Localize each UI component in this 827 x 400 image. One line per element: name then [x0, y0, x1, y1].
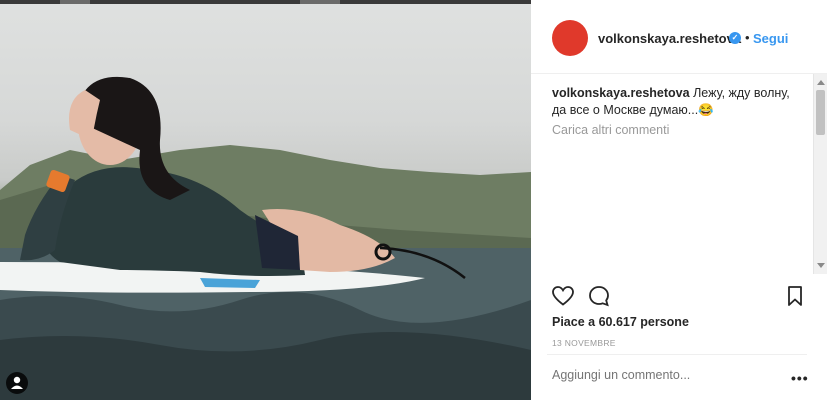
photo-scene — [0, 76, 531, 400]
user-tag-icon[interactable] — [6, 372, 28, 394]
post-date: 13 NOVEMBRE — [552, 338, 616, 348]
bookmark-icon[interactable] — [783, 284, 807, 308]
scroll-down-arrow-icon[interactable] — [817, 263, 825, 268]
likes-count[interactable]: Piace a 60.617 persone — [552, 315, 689, 329]
separator-dot: • — [745, 30, 750, 45]
scroll-up-arrow-icon[interactable] — [817, 80, 825, 85]
add-comment-section: ••• — [547, 354, 809, 400]
load-more-comments-link[interactable]: Carica altri commenti — [552, 123, 669, 137]
scrollbar-thumb[interactable] — [816, 90, 825, 135]
comments-section: volkonskaya.reshetova Лежу, жду волну, д… — [531, 75, 811, 275]
comment-input[interactable] — [552, 368, 772, 382]
comment-icon[interactable] — [587, 284, 611, 308]
follow-button[interactable]: Segui — [753, 31, 788, 46]
heart-icon[interactable] — [551, 284, 575, 308]
caption-username[interactable]: volkonskaya.reshetova — [552, 86, 690, 100]
username-link[interactable]: volkonskaya.reshetova — [598, 31, 741, 46]
comments-scrollbar[interactable] — [813, 74, 827, 274]
post-sidebar: volkonskaya.reshetova ✓ • Segui volkonsk… — [531, 0, 827, 400]
more-options-button[interactable]: ••• — [791, 370, 809, 386]
verified-badge-icon: ✓ — [729, 32, 741, 44]
action-bar — [531, 282, 827, 312]
avatar[interactable] — [552, 20, 588, 56]
post-photo[interactable] — [0, 0, 531, 400]
post-caption: volkonskaya.reshetova Лежу, жду волну, д… — [552, 85, 807, 119]
post-header: volkonskaya.reshetova ✓ • Segui — [531, 4, 827, 74]
